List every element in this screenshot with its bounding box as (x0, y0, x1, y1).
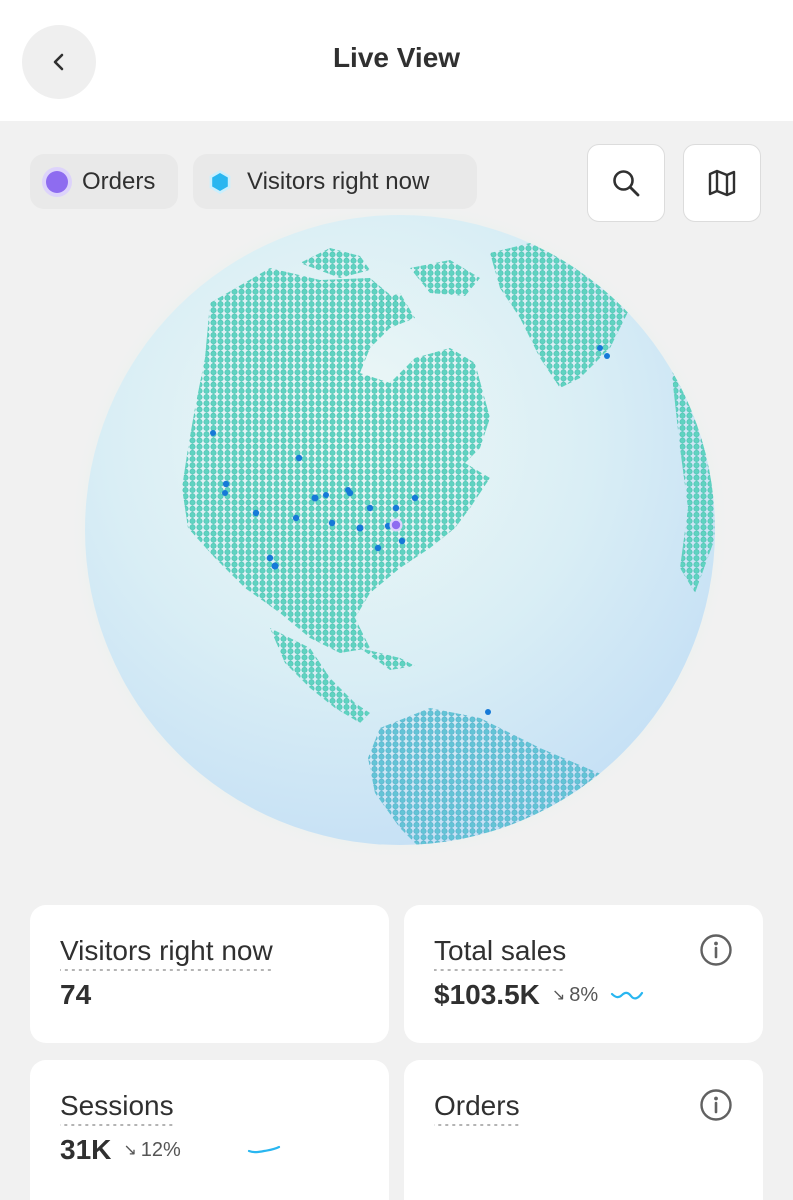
sessions-value: 31K (60, 1134, 112, 1165)
hexagon-icon (209, 169, 231, 194)
visitors-legend-label: Visitors right now (247, 167, 430, 195)
top-bar: Live View (0, 0, 793, 121)
visitors-legend-chip[interactable]: Visitors right now (193, 154, 477, 209)
orders-legend-chip[interactable]: Orders (30, 154, 178, 209)
total-sales-label[interactable]: Total sales (434, 935, 567, 971)
orders-dot-icon (46, 170, 68, 193)
live-globe[interactable] (70, 200, 730, 868)
orders-legend-label: Orders (82, 167, 156, 195)
total-sales-value: $103.5K (434, 979, 540, 1010)
trend-down-arrow-icon: ↘ (551, 987, 566, 1004)
order-marker (389, 518, 403, 532)
trend-down-arrow-icon: ↘ (123, 1142, 137, 1159)
search-icon (613, 170, 640, 197)
globe-graphic (70, 200, 730, 860)
visitors-card[interactable]: Visitors right now 74 (30, 905, 389, 1043)
sessions-card[interactable]: Sessions 31K ↘ 12% (30, 1060, 389, 1200)
total-sales-sparkline (611, 991, 644, 1000)
total-sales-trend: ↘ 8% (552, 984, 598, 1007)
visitors-card-value: 74 (60, 979, 92, 1010)
orders-card[interactable]: Orders (404, 1060, 763, 1200)
orders-card-label[interactable]: Orders (434, 1090, 520, 1126)
total-sales-card[interactable]: Total sales $103.5K ↘ 8% (404, 905, 763, 1043)
visitors-card-label[interactable]: Visitors right now (60, 935, 273, 971)
info-icon[interactable] (699, 1088, 733, 1122)
sessions-sparkline (247, 1145, 280, 1154)
info-icon[interactable] (699, 933, 733, 967)
total-sales-change: 8% (569, 983, 599, 1006)
page-title: Live View (332, 42, 461, 73)
sessions-label[interactable]: Sessions (60, 1090, 174, 1126)
map-icon (708, 169, 736, 197)
sessions-change: 12% (140, 1138, 181, 1161)
sessions-trend: ↘ 12% (123, 1139, 180, 1162)
